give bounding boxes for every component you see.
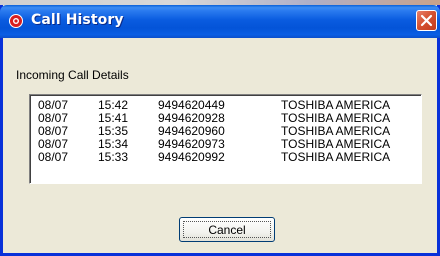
cancel-button-label: Cancel	[208, 223, 246, 237]
window-title: Call History	[31, 12, 124, 28]
section-label: Incoming Call Details	[16, 68, 129, 82]
call-history-dialog: Call History Incoming Call Details 08/07…	[0, 5, 440, 256]
call-list[interactable]: 08/07 15:42 9494620449 TOSHIBA AMERICA 08/07…	[29, 94, 422, 184]
app-icon	[8, 13, 24, 29]
close-icon	[420, 14, 433, 27]
title-bar[interactable]: Call History	[0, 5, 440, 38]
call-time: 15:33	[98, 150, 129, 164]
caller-name: TOSHIBA AMERICA	[281, 150, 391, 164]
list-item[interactable]: 08/07 15:33 9494620992 TOSHIBA AMERICA	[30, 151, 421, 164]
close-button[interactable]	[416, 10, 437, 31]
cancel-button[interactable]: Cancel	[179, 217, 275, 242]
call-date: 08/07	[38, 150, 69, 164]
call-number: 9494620992	[158, 150, 225, 164]
